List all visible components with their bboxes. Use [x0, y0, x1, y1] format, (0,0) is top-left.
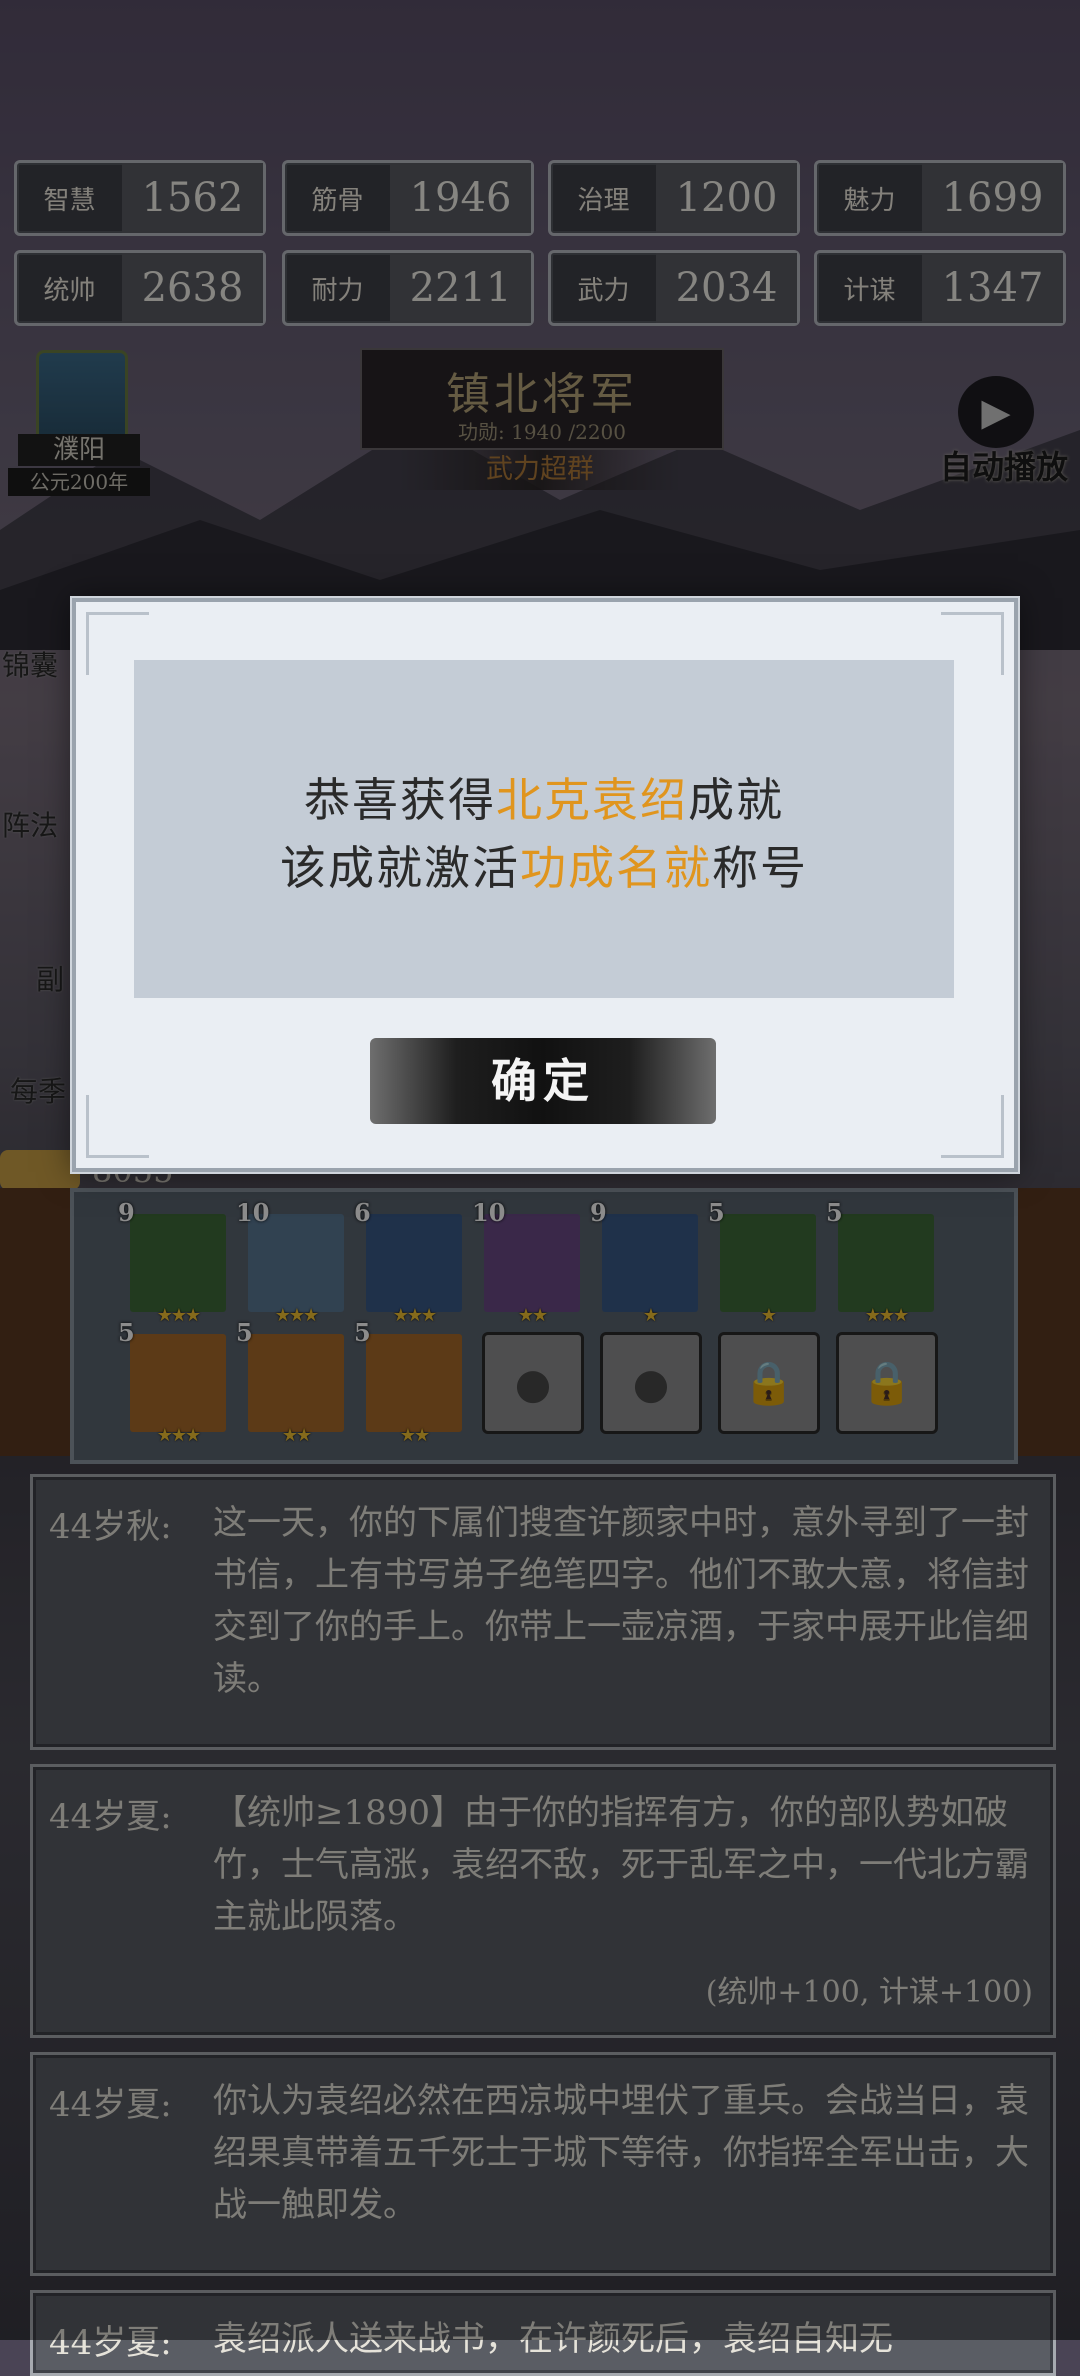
achievement-line: 恭喜获得北克袁绍成就: [304, 773, 784, 827]
dialog-message-panel: 恭喜获得北克袁绍成就 该成就激活功成名就称号: [134, 660, 954, 998]
corner-ornament: [86, 1095, 149, 1158]
achievement-name: 北克袁绍: [496, 773, 688, 827]
unlocked-title-name: 功成名就: [520, 841, 712, 895]
title-unlock-line: 该成就激活功成名就称号: [280, 841, 808, 895]
corner-ornament: [941, 1095, 1004, 1158]
confirm-button[interactable]: 确定: [370, 1038, 716, 1124]
achievement-dialog: 恭喜获得北克袁绍成就 该成就激活功成名就称号 确定: [72, 598, 1018, 1172]
